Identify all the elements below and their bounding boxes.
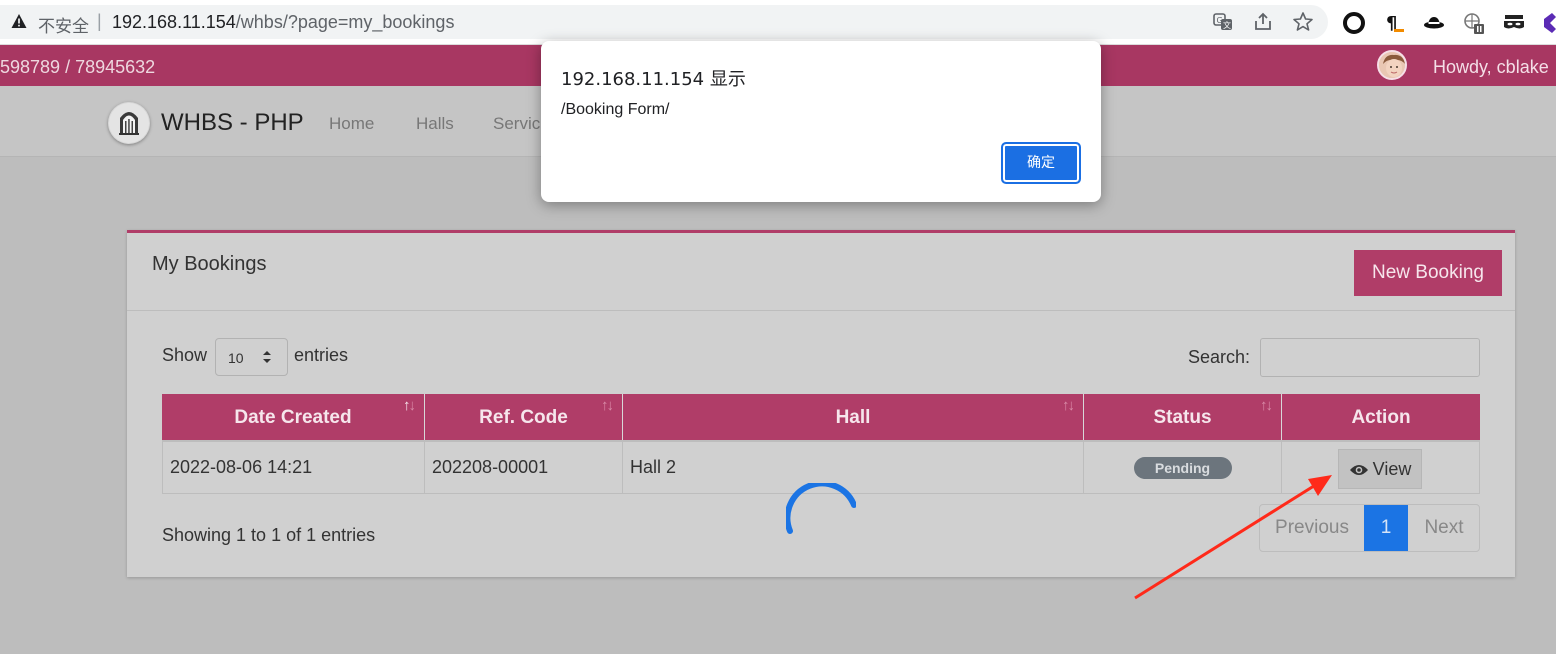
sort-icon: ↑↓ — [601, 397, 614, 414]
address-bar[interactable]: 不安全 | 192.168.11.154/whbs/?page=my_booki… — [0, 5, 1328, 39]
alert-dialog: 192.168.11.154 显示 /Booking Form/ 确定 — [541, 41, 1101, 202]
contact-phone: 598789 / 78945632 — [0, 57, 156, 77]
loading-spinner-icon — [786, 483, 856, 534]
table-header: Date Created ↑↓ Ref. Code ↑↓ Hall ↑↓ Sta… — [162, 394, 1480, 440]
site-logo[interactable] — [108, 102, 150, 144]
new-booking-button[interactable]: New Booking — [1354, 250, 1502, 296]
col-status[interactable]: Status ↑↓ — [1084, 394, 1282, 440]
user-avatar[interactable] — [1377, 50, 1407, 80]
building-logo-icon — [109, 103, 149, 143]
globe-extension-icon[interactable] — [1462, 11, 1486, 35]
share-icon[interactable] — [1252, 11, 1274, 33]
insecure-label: 不安全 — [38, 17, 89, 37]
sort-asc-icon: ↑↓ — [403, 397, 416, 414]
nav-services[interactable]: Servic — [493, 114, 540, 134]
col-header-label: Hall — [835, 407, 871, 428]
url-text[interactable]: 192.168.11.154/whbs/?page=my_bookings — [112, 12, 454, 33]
page-1-button[interactable]: 1 — [1364, 505, 1408, 551]
user-greeting[interactable]: Howdy, cblake — [1433, 57, 1549, 78]
dialog-ok-button[interactable]: 确定 — [1001, 142, 1081, 184]
search-label: Search: — [1188, 347, 1251, 367]
card-divider — [127, 310, 1515, 311]
col-header-label: Action — [1351, 407, 1411, 428]
col-action: Action — [1282, 394, 1480, 440]
page-size-value: 10 — [228, 350, 244, 366]
col-ref-code[interactable]: Ref. Code ↑↓ — [425, 394, 623, 440]
show-label: Show — [162, 345, 208, 365]
warning-icon — [11, 14, 27, 28]
cell-date-created: 2022-08-06 14:21 — [162, 442, 425, 494]
entries-label: entries — [294, 345, 349, 365]
col-header-label: Status — [1153, 407, 1212, 428]
mask-extension-icon[interactable] — [1502, 11, 1526, 35]
eye-icon — [1349, 465, 1368, 476]
nav-halls[interactable]: Halls — [416, 114, 454, 134]
url-host: 192.168.11.154 — [112, 12, 236, 32]
cell-ref-code: 202208-00001 — [425, 442, 623, 494]
pilcrow-extension-icon[interactable]: ¶ — [1382, 11, 1406, 35]
hat-extension-icon[interactable] — [1422, 11, 1446, 35]
col-header-label: Date Created — [234, 407, 352, 428]
dialog-message: /Booking Form/ — [561, 101, 670, 118]
avatar-face-icon — [1379, 52, 1405, 78]
browser-toolbar: 不安全 | 192.168.11.154/whbs/?page=my_booki… — [0, 0, 1556, 45]
url-path: /whbs/?page=my_bookings — [235, 12, 455, 32]
col-hall[interactable]: Hall ↑↓ — [623, 394, 1084, 440]
col-date-created[interactable]: Date Created ↑↓ — [162, 394, 425, 440]
page-size-select[interactable]: 10 — [215, 338, 288, 376]
puzzle-extension-icon[interactable] — [1540, 11, 1556, 35]
view-button[interactable]: View — [1338, 449, 1422, 489]
view-button-label: View — [1372, 459, 1412, 479]
translate-icon[interactable]: G 文 — [1212, 11, 1234, 33]
dialog-title: 192.168.11.154 显示 — [561, 69, 746, 90]
svg-text:文: 文 — [1223, 20, 1231, 30]
card-title: My Bookings — [152, 253, 267, 275]
select-updown-icon — [263, 351, 271, 363]
extension-circle-icon[interactable] — [1342, 11, 1366, 35]
sort-icon: ↑↓ — [1260, 397, 1273, 414]
search-input[interactable] — [1260, 338, 1480, 377]
col-header-label: Ref. Code — [479, 407, 568, 428]
sort-icon: ↑↓ — [1062, 397, 1075, 414]
annotation-arrow-icon — [1134, 475, 1332, 600]
nav-home[interactable]: Home — [329, 114, 374, 134]
bookmark-star-icon[interactable] — [1292, 11, 1314, 33]
table-info: Showing 1 to 1 of 1 entries — [162, 525, 376, 545]
url-separator: | — [97, 11, 102, 31]
site-brand[interactable]: WHBS - PHP — [161, 109, 304, 137]
next-page-button[interactable]: Next — [1408, 505, 1479, 551]
